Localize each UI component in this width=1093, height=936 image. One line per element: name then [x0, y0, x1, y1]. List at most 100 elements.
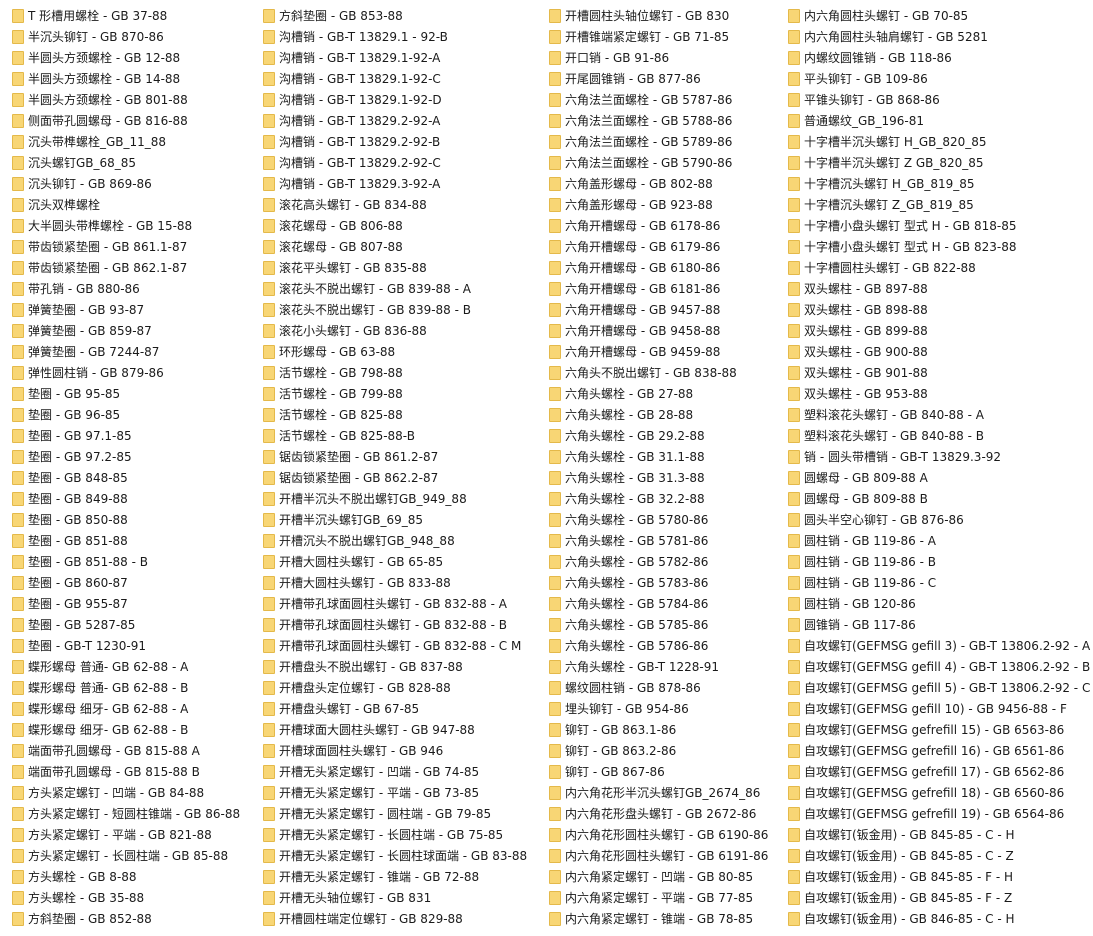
folder-item[interactable]: 平锥头铆钉 - GB 868-86: [788, 89, 1090, 110]
folder-item[interactable]: 六角头螺栓 - GB-T 1228-91: [549, 656, 768, 677]
folder-item[interactable]: 十字槽沉头螺钉 H_GB_819_85: [788, 173, 1090, 194]
folder-item[interactable]: 六角开槽螺母 - GB 6178-86: [549, 215, 768, 236]
folder-item[interactable]: 环形螺母 - GB 63-88: [263, 341, 527, 362]
folder-item[interactable]: 六角盖形螺母 - GB 923-88: [549, 194, 768, 215]
folder-item[interactable]: 六角法兰面螺栓 - GB 5789-86: [549, 131, 768, 152]
folder-item[interactable]: 塑料滚花头螺钉 - GB 840-88 - B: [788, 425, 1090, 446]
folder-item[interactable]: 沟槽销 - GB-T 13829.1-92-A: [263, 47, 527, 68]
folder-item[interactable]: 开槽沉头不脱出螺钉GB_948_88: [263, 530, 527, 551]
folder-item[interactable]: 内六角圆柱头轴肩螺钉 - GB 5281: [788, 26, 1090, 47]
folder-item[interactable]: 开槽盘头定位螺钉 - GB 828-88: [263, 677, 527, 698]
folder-item[interactable]: 十字槽半沉头螺钉 Z GB_820_85: [788, 152, 1090, 173]
folder-item[interactable]: 开槽无头紧定螺钉 - 圆柱端 - GB 79-85: [263, 803, 527, 824]
folder-item[interactable]: 螺纹圆柱销 - GB 878-86: [549, 677, 768, 698]
folder-item[interactable]: 弹簧垫圈 - GB 93-87: [12, 299, 240, 320]
folder-item[interactable]: 沟槽销 - GB-T 13829.2-92-B: [263, 131, 527, 152]
folder-item[interactable]: 沉头铆钉 - GB 869-86: [12, 173, 240, 194]
folder-item[interactable]: 六角头螺栓 - GB 5785-86: [549, 614, 768, 635]
folder-item[interactable]: 蝶形螺母 细牙- GB 62-88 - B: [12, 719, 240, 740]
folder-item[interactable]: 内六角花形圆柱头螺钉 - GB 6191-86: [549, 845, 768, 866]
folder-item[interactable]: 六角法兰面螺栓 - GB 5788-86: [549, 110, 768, 131]
folder-item[interactable]: 六角法兰面螺栓 - GB 5790-86: [549, 152, 768, 173]
folder-item[interactable]: 自攻螺钉(钣金用) - GB 845-85 - F - Z: [788, 887, 1090, 908]
folder-item[interactable]: 滚花头不脱出螺钉 - GB 839-88 - A: [263, 278, 527, 299]
folder-item[interactable]: 垫圈 - GB 849-88: [12, 488, 240, 509]
folder-item[interactable]: 铆钉 - GB 863.2-86: [549, 740, 768, 761]
folder-item[interactable]: 内六角花形盘头螺钉 - GB 2672-86: [549, 803, 768, 824]
folder-item[interactable]: 自攻螺钉(GEFMSG gefill 3) - GB-T 13806.2-92 …: [788, 635, 1090, 656]
folder-item[interactable]: 平头铆钉 - GB 109-86: [788, 68, 1090, 89]
folder-item[interactable]: 六角头螺栓 - GB 32.2-88: [549, 488, 768, 509]
folder-item[interactable]: 沟槽销 - GB-T 13829.3-92-A: [263, 173, 527, 194]
folder-item[interactable]: 带齿锁紧垫圈 - GB 861.1-87: [12, 236, 240, 257]
folder-item[interactable]: 蝶形螺母 普通- GB 62-88 - A: [12, 656, 240, 677]
folder-item[interactable]: 自攻螺钉(钣金用) - GB 845-85 - F - H: [788, 866, 1090, 887]
folder-item[interactable]: 沟槽销 - GB-T 13829.1-92-D: [263, 89, 527, 110]
folder-item[interactable]: 内六角紧定螺钉 - 平端 - GB 77-85: [549, 887, 768, 908]
folder-item[interactable]: 垫圈 - GB 851-88: [12, 530, 240, 551]
folder-item[interactable]: 自攻螺钉(GEFMSG gefill 4) - GB-T 13806.2-92 …: [788, 656, 1090, 677]
folder-item[interactable]: 圆柱销 - GB 119-86 - C: [788, 572, 1090, 593]
folder-item[interactable]: 滚花螺母 - GB 806-88: [263, 215, 527, 236]
folder-item[interactable]: 垫圈 - GB 97.1-85: [12, 425, 240, 446]
folder-item[interactable]: 大半圆头带榫螺栓 - GB 15-88: [12, 215, 240, 236]
folder-item[interactable]: 开槽圆柱端定位螺钉 - GB 829-88: [263, 908, 527, 929]
folder-item[interactable]: 自攻螺钉(GEFMSG gefrefill 19) - GB 6564-86: [788, 803, 1090, 824]
folder-item[interactable]: 半沉头铆钉 - GB 870-86: [12, 26, 240, 47]
folder-item[interactable]: 开槽无头紧定螺钉 - 凹端 - GB 74-85: [263, 761, 527, 782]
folder-item[interactable]: 内六角花形半沉头螺钉GB_2674_86: [549, 782, 768, 803]
folder-item[interactable]: 内六角紧定螺钉 - 凹端 - GB 80-85: [549, 866, 768, 887]
folder-item[interactable]: 铆钉 - GB 867-86: [549, 761, 768, 782]
folder-item[interactable]: 自攻螺钉(GEFMSG gefrefill 16) - GB 6561-86: [788, 740, 1090, 761]
folder-item[interactable]: 开槽带孔球面圆柱头螺钉 - GB 832-88 - A: [263, 593, 527, 614]
folder-item[interactable]: 垫圈 - GB 860-87: [12, 572, 240, 593]
folder-item[interactable]: 开槽大圆柱头螺钉 - GB 833-88: [263, 572, 527, 593]
folder-item[interactable]: 蝶形螺母 细牙- GB 62-88 - A: [12, 698, 240, 719]
folder-item[interactable]: 内六角紧定螺钉 - 锥端 - GB 78-85: [549, 908, 768, 929]
folder-item[interactable]: 十字槽沉头螺钉 Z_GB_819_85: [788, 194, 1090, 215]
folder-item[interactable]: 六角开槽螺母 - GB 6180-86: [549, 257, 768, 278]
folder-item[interactable]: 六角头螺栓 - GB 28-88: [549, 404, 768, 425]
folder-item[interactable]: 半圆头方颈螺栓 - GB 14-88: [12, 68, 240, 89]
folder-item[interactable]: 圆柱销 - GB 120-86: [788, 593, 1090, 614]
folder-item[interactable]: 活节螺栓 - GB 798-88: [263, 362, 527, 383]
folder-item[interactable]: 十字槽圆柱头螺钉 - GB 822-88: [788, 257, 1090, 278]
folder-item[interactable]: 双头螺柱 - GB 953-88: [788, 383, 1090, 404]
folder-item[interactable]: 滚花头不脱出螺钉 - GB 839-88 - B: [263, 299, 527, 320]
folder-item[interactable]: 埋头铆钉 - GB 954-86: [549, 698, 768, 719]
folder-item[interactable]: 圆柱销 - GB 119-86 - B: [788, 551, 1090, 572]
folder-item[interactable]: 方头紧定螺钉 - 长圆柱端 - GB 85-88: [12, 845, 240, 866]
folder-item[interactable]: 开槽无头轴位螺钉 - GB 831: [263, 887, 527, 908]
folder-item[interactable]: 开槽球面大圆柱头螺钉 - GB 947-88: [263, 719, 527, 740]
folder-item[interactable]: 普通螺纹_GB_196-81: [788, 110, 1090, 131]
folder-item[interactable]: 半圆头方颈螺栓 - GB 801-88: [12, 89, 240, 110]
folder-item[interactable]: 垫圈 - GB 95-85: [12, 383, 240, 404]
folder-item[interactable]: 六角开槽螺母 - GB 9459-88: [549, 341, 768, 362]
folder-item[interactable]: 自攻螺钉(GEFMSG gefrefill 17) - GB 6562-86: [788, 761, 1090, 782]
folder-item[interactable]: 双头螺柱 - GB 900-88: [788, 341, 1090, 362]
folder-item[interactable]: 开槽无头紧定螺钉 - 长圆柱球面端 - GB 83-88: [263, 845, 527, 866]
folder-item[interactable]: 沉头螺钉GB_68_85: [12, 152, 240, 173]
folder-item[interactable]: 自攻螺钉(钣金用) - GB 845-85 - C - Z: [788, 845, 1090, 866]
folder-item[interactable]: 开槽盘头螺钉 - GB 67-85: [263, 698, 527, 719]
folder-item[interactable]: 方头螺栓 - GB 35-88: [12, 887, 240, 908]
folder-item[interactable]: 六角开槽螺母 - GB 9457-88: [549, 299, 768, 320]
folder-item[interactable]: 圆头半空心铆钉 - GB 876-86: [788, 509, 1090, 530]
folder-item[interactable]: 垫圈 - GB-T 1230-91: [12, 635, 240, 656]
folder-item[interactable]: 弹簧垫圈 - GB 7244-87: [12, 341, 240, 362]
folder-item[interactable]: 开槽锥端紧定螺钉 - GB 71-85: [549, 26, 768, 47]
folder-item[interactable]: 方斜垫圈 - GB 852-88: [12, 908, 240, 929]
folder-item[interactable]: 沟槽销 - GB-T 13829.1 - 92-B: [263, 26, 527, 47]
folder-item[interactable]: 十字槽小盘头螺钉 型式 H - GB 818-85: [788, 215, 1090, 236]
folder-item[interactable]: 塑料滚花头螺钉 - GB 840-88 - A: [788, 404, 1090, 425]
folder-item[interactable]: 沟槽销 - GB-T 13829.2-92-C: [263, 152, 527, 173]
folder-item[interactable]: 端面带孔圆螺母 - GB 815-88 A: [12, 740, 240, 761]
folder-item[interactable]: 滚花平头螺钉 - GB 835-88: [263, 257, 527, 278]
folder-item[interactable]: 带齿锁紧垫圈 - GB 862.1-87: [12, 257, 240, 278]
folder-item[interactable]: 六角头螺栓 - GB 5782-86: [549, 551, 768, 572]
folder-item[interactable]: 半圆头方颈螺栓 - GB 12-88: [12, 47, 240, 68]
folder-item[interactable]: 沟槽销 - GB-T 13829.1-92-C: [263, 68, 527, 89]
folder-item[interactable]: 沉头带榫螺栓_GB_11_88: [12, 131, 240, 152]
folder-item[interactable]: 六角头螺栓 - GB 31.1-88: [549, 446, 768, 467]
folder-item[interactable]: 自攻螺钉(GEFMSG gefrefill 15) - GB 6563-86: [788, 719, 1090, 740]
